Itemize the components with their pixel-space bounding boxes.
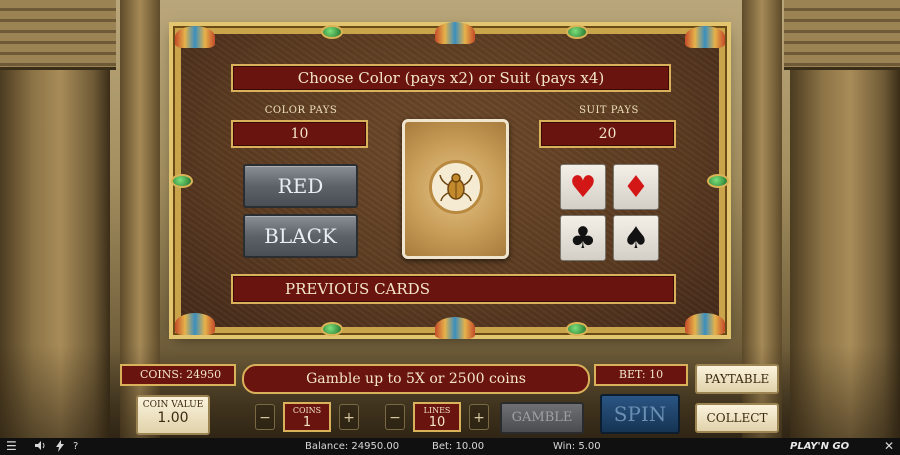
spades-suit-button[interactable]: ♠ (613, 215, 659, 261)
bet-text: Bet: 10.00 (432, 441, 485, 452)
coins-decrease-button[interactable]: − (255, 404, 275, 430)
playngo-logo: PLAY'N GO (790, 441, 850, 452)
gem-ornament (171, 174, 193, 188)
scarab-icon (429, 160, 483, 214)
turbo-icon[interactable] (56, 440, 64, 455)
coin-value-control[interactable]: COIN VALUE 1.00 (136, 395, 210, 435)
paytable-button[interactable]: PAYTABLE (695, 364, 779, 394)
balance-text: Balance: 24950.00 (305, 441, 400, 452)
coin-value-label: COIN VALUE (142, 400, 204, 410)
hearts-suit-button[interactable]: ♥ (560, 164, 606, 210)
gamble-button[interactable]: GAMBLE (500, 402, 584, 434)
scarab-wing-ornament (685, 313, 725, 335)
gamble-message: Gamble up to 5X or 2500 coins (242, 364, 590, 394)
coin-value: 1.00 (157, 410, 189, 426)
lines-decrease-button[interactable]: − (385, 404, 405, 430)
coins-value: 1 (302, 415, 312, 430)
left-pillar-capital (0, 0, 116, 70)
lines-increase-button[interactable]: + (469, 404, 489, 430)
gem-ornament (321, 322, 343, 336)
close-icon[interactable]: ✕ (884, 440, 894, 453)
bet-display: BET: 10 (594, 364, 688, 386)
coins-display: COINS: 24950 (120, 364, 236, 386)
scarab-wing-ornament (685, 26, 725, 48)
dialog-title: Choose Color (pays x2) or Suit (pays x4) (231, 64, 671, 92)
gem-ornament (321, 25, 343, 39)
scarab-wing-ornament (435, 317, 475, 339)
scarab-wing-ornament (175, 26, 215, 48)
suit-pays-value: 20 (539, 120, 676, 148)
color-pays-label: COLOR PAYS (264, 105, 338, 116)
collect-button[interactable]: COLLECT (695, 403, 779, 433)
face-down-card (402, 119, 509, 259)
gem-ornament (566, 322, 588, 336)
menu-icon[interactable]: ☰ (6, 440, 17, 453)
gem-ornament (707, 174, 729, 188)
lines-value: 10 (428, 415, 446, 430)
win-text: Win: 5.00 (553, 441, 601, 452)
gamble-dialog: Choose Color (pays x2) or Suit (pays x4)… (171, 22, 729, 339)
clubs-suit-button[interactable]: ♣ (560, 215, 606, 261)
lines-stepper: LINES 10 (413, 402, 461, 432)
coins-stepper: COINS 1 (283, 402, 331, 432)
previous-cards-bar: PREVIOUS CARDS (231, 274, 676, 304)
black-button[interactable]: BLACK (243, 214, 358, 258)
sound-icon[interactable] (34, 440, 46, 455)
color-pays-value: 10 (231, 120, 368, 148)
diamonds-suit-button[interactable]: ♦ (613, 164, 659, 210)
spin-button[interactable]: SPIN (600, 394, 680, 434)
scarab-wing-ornament (435, 22, 475, 44)
gem-ornament (566, 25, 588, 39)
scarab-wing-ornament (175, 313, 215, 335)
help-icon[interactable]: ? (73, 440, 78, 453)
suit-pays-label: SUIT PAYS (579, 105, 639, 116)
status-bar: ☰ ? Balance: 24950.00 Bet: 10.00 Win: 5.… (0, 438, 900, 455)
right-pillar-capital (784, 0, 900, 70)
red-button[interactable]: RED (243, 164, 358, 208)
coins-increase-button[interactable]: + (339, 404, 359, 430)
